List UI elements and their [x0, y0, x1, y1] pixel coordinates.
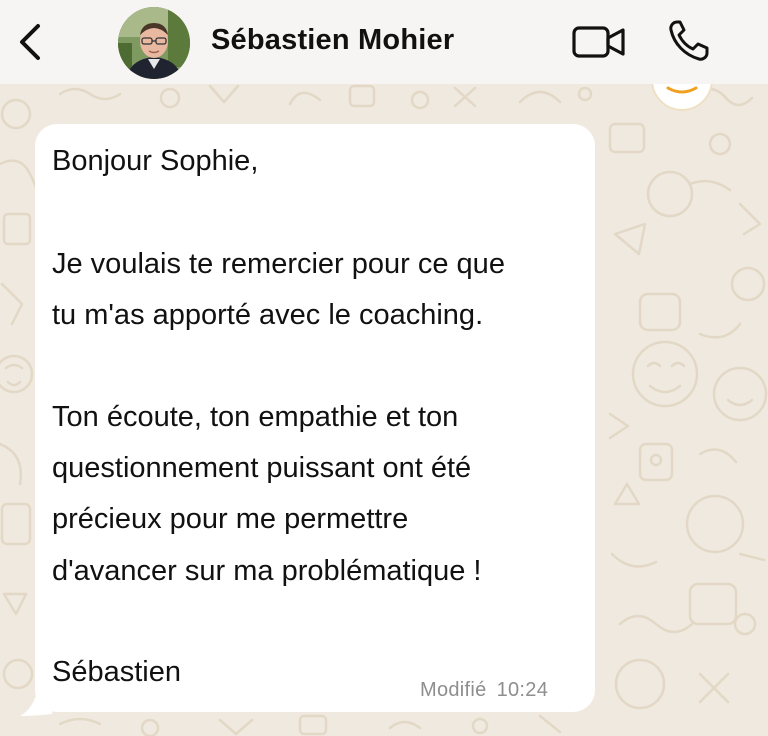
message-time: 10:24: [496, 679, 549, 701]
avatar-photo: [118, 7, 190, 79]
video-camera-icon: [572, 26, 625, 58]
message-meta: Modifié 10:24: [420, 679, 548, 702]
contact-name[interactable]: Sébastien Mohier: [211, 24, 454, 57]
voice-call-button[interactable]: [666, 18, 716, 64]
edited-label: Modifié: [420, 679, 487, 701]
message-signature: Sébastien: [52, 656, 181, 688]
message-line: Bonjour Sophie,: [52, 145, 259, 177]
message-line: précieux pour me permettre: [52, 503, 409, 535]
chevron-left-icon: [20, 24, 40, 60]
avatar[interactable]: [118, 7, 190, 79]
message-line: Je voulais te remercier pour ce que: [52, 248, 505, 280]
chat-header: Sébastien Mohier: [0, 0, 768, 84]
message-line: questionnement puissant ont été: [52, 452, 472, 484]
message-line: d'avancer sur ma problématique !: [52, 555, 482, 587]
phone-icon: [669, 20, 709, 61]
back-button[interactable]: [14, 20, 48, 64]
video-call-button[interactable]: [571, 22, 627, 62]
message-line: Ton écoute, ton empathie et ton: [52, 401, 459, 433]
message-line: tu m'as apporté avec le coaching.: [52, 299, 484, 331]
